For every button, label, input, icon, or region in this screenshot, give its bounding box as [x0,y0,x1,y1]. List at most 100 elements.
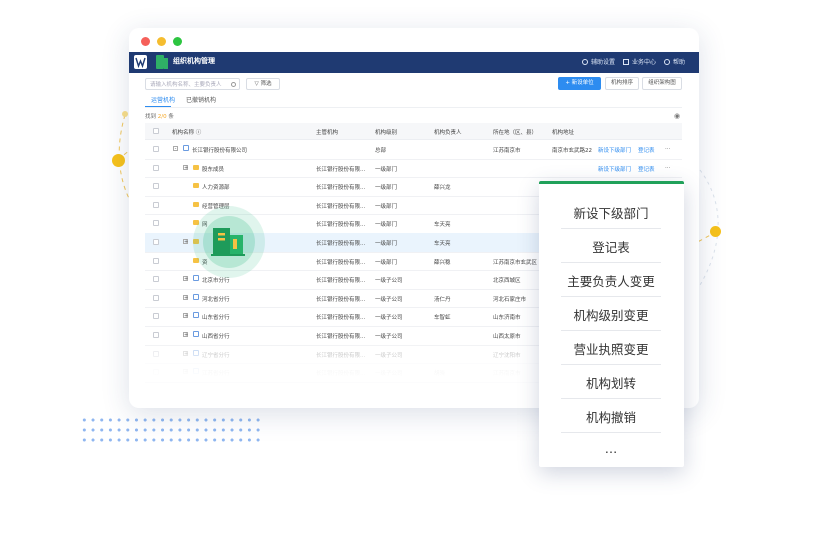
new-unit-label: 新设单位 [571,80,594,86]
menu-register-form[interactable]: 登记表 [561,237,661,256]
row-checkbox[interactable] [153,146,159,152]
menu-change-license[interactable]: 营业执照变更 [561,339,661,358]
org-name[interactable]: 人力资源部 [202,183,230,191]
org-chart-label: 组织架构图 [648,80,676,86]
tab-operating[interactable]: 运营机构 [151,95,175,104]
row-checkbox[interactable] [153,332,159,338]
add-sub-dept-link[interactable]: 新设下级部门 [598,165,631,173]
col-level[interactable]: 机构级别 [375,128,397,136]
tab-revoked[interactable]: 已撤销机构 [186,95,216,104]
window-maximize-button[interactable] [173,37,182,46]
menu-divider [561,432,661,433]
filter-button[interactable]: ▽ 筛选 [246,78,280,90]
decor-dot-left [112,154,125,167]
org-name[interactable]: 山东省分行 [202,313,230,321]
assist-settings-label: 辅助设置 [591,59,616,66]
tab-active-indicator [145,106,171,107]
menu-new-sub-dept[interactable]: 新设下级部门 [561,203,661,222]
org-level: 一级部门 [375,203,398,210]
more-actions-button[interactable]: ··· [665,146,670,152]
new-unit-button[interactable]: + 新设单位 [558,77,601,90]
row-checkbox[interactable] [153,220,159,227]
parent-org: 长江银行股份有限... [316,278,366,285]
more-actions-button[interactable]: ··· [665,165,670,171]
parent-org: 长江银行股份有限... [316,259,366,266]
org-location: 山东济南市 [493,315,521,322]
table-row[interactable]: - 长江银行股份有限公司 总部 江苏南京市 南京市玄武路22 新设下级部门 登记表 ··· [145,140,682,160]
search-input[interactable]: 请输入机构名称、主要负责人 [145,78,240,90]
org-level: 一级部门 [375,259,398,266]
org-chart-button[interactable]: 组织架构图 [642,77,682,90]
settings-icon [582,59,588,65]
list-icon [623,59,629,65]
menu-divider [561,398,661,399]
menu-divider [561,330,661,331]
parent-org: 长江银行股份有限... [316,315,366,322]
expand-icon[interactable]: + [183,294,188,300]
register-form-link[interactable]: 登记表 [638,165,655,173]
org-name[interactable]: 股东成员 [202,165,224,173]
menu-change-head[interactable]: 主要负责人变更 [561,271,661,290]
business-center-link[interactable]: 业务中心 [623,57,656,66]
collapse-icon[interactable]: - [173,146,178,152]
org-name[interactable]: 长江银行股份有限公司 [192,146,247,154]
row-checkbox[interactable] [153,294,159,301]
help-link[interactable]: 帮助 [664,57,685,66]
row-checkbox[interactable] [153,257,159,264]
expand-icon[interactable]: + [183,239,188,245]
expand-icon[interactable]: + [183,313,188,319]
col-name[interactable]: 机构名称 ⓘ [172,128,201,136]
building-icon [211,228,245,256]
col-parent[interactable]: 主管机构 [316,128,338,136]
col-head[interactable]: 机构负责人 [434,128,462,136]
org-head: 薛兴龙 [434,185,451,192]
decor-dot-right [710,226,721,237]
window-minimize-button[interactable] [157,37,166,46]
app-building-icon-side [164,58,168,69]
register-form-link[interactable]: 登记表 [638,146,655,154]
add-sub-dept-link[interactable]: 新设下级部门 [598,146,631,154]
bank-icon [193,293,199,300]
row-checkbox[interactable] [153,183,159,190]
tab-divider [145,107,682,108]
row-checkbox[interactable] [153,201,159,208]
menu-transfer-org[interactable]: 机构划转 [561,373,661,392]
menu-divider [561,364,661,365]
parent-org: 长江银行股份有限... [316,185,366,192]
window-close-button[interactable] [141,37,150,46]
org-head: 薛兴稳 [434,259,451,266]
org-name[interactable]: 山西省分行 [202,332,230,340]
col-address[interactable]: 机构地址 [552,128,574,136]
org-level: 一级子公司 [375,278,403,285]
row-checkbox[interactable] [153,313,159,320]
expand-icon[interactable]: + [183,164,188,170]
table-row[interactable]: + 股东成员 长江银行股份有限... 一级部门 新设下级部门 登记表 ··· [145,159,682,179]
row-checkbox[interactable] [153,276,159,283]
org-head: 车天亮 [434,222,451,229]
result-count: 找到 2/0 条 [145,112,174,120]
col-location[interactable]: 所在地（区、县） [493,128,537,136]
search-icon[interactable] [231,82,236,87]
menu-revoke-org[interactable]: 机构撤销 [561,407,661,426]
assist-settings-link[interactable]: 辅助设置 [582,57,615,66]
org-head: 汤仁丹 [434,296,451,303]
table-header: 机构名称 ⓘ 主管机构 机构级别 机构负责人 所在地（区、县） 机构地址 [145,123,682,140]
expand-icon[interactable]: + [183,276,188,282]
select-all-checkbox[interactable] [153,128,159,134]
org-location: 江苏南京市玄武区 [493,259,538,266]
parent-org: 长江银行股份有限... [316,166,366,173]
menu-change-level[interactable]: 机构级别变更 [561,305,661,324]
sort-org-button[interactable]: 机构排序 [605,77,639,90]
column-visibility-icon[interactable]: ◉ [674,112,680,120]
menu-more[interactable]: … [561,441,661,456]
folder-icon [193,183,199,189]
expand-icon[interactable]: + [183,332,188,338]
info-icon: ⓘ [195,130,202,136]
row-checkbox[interactable] [153,164,159,171]
row-checkbox[interactable] [153,239,159,245]
bank-icon [193,275,199,282]
menu-divider [561,296,661,297]
business-center-label: 业务中心 [632,59,657,66]
app-title: 组织机构管理 [173,57,215,65]
org-name[interactable]: 河北省分行 [202,295,230,303]
